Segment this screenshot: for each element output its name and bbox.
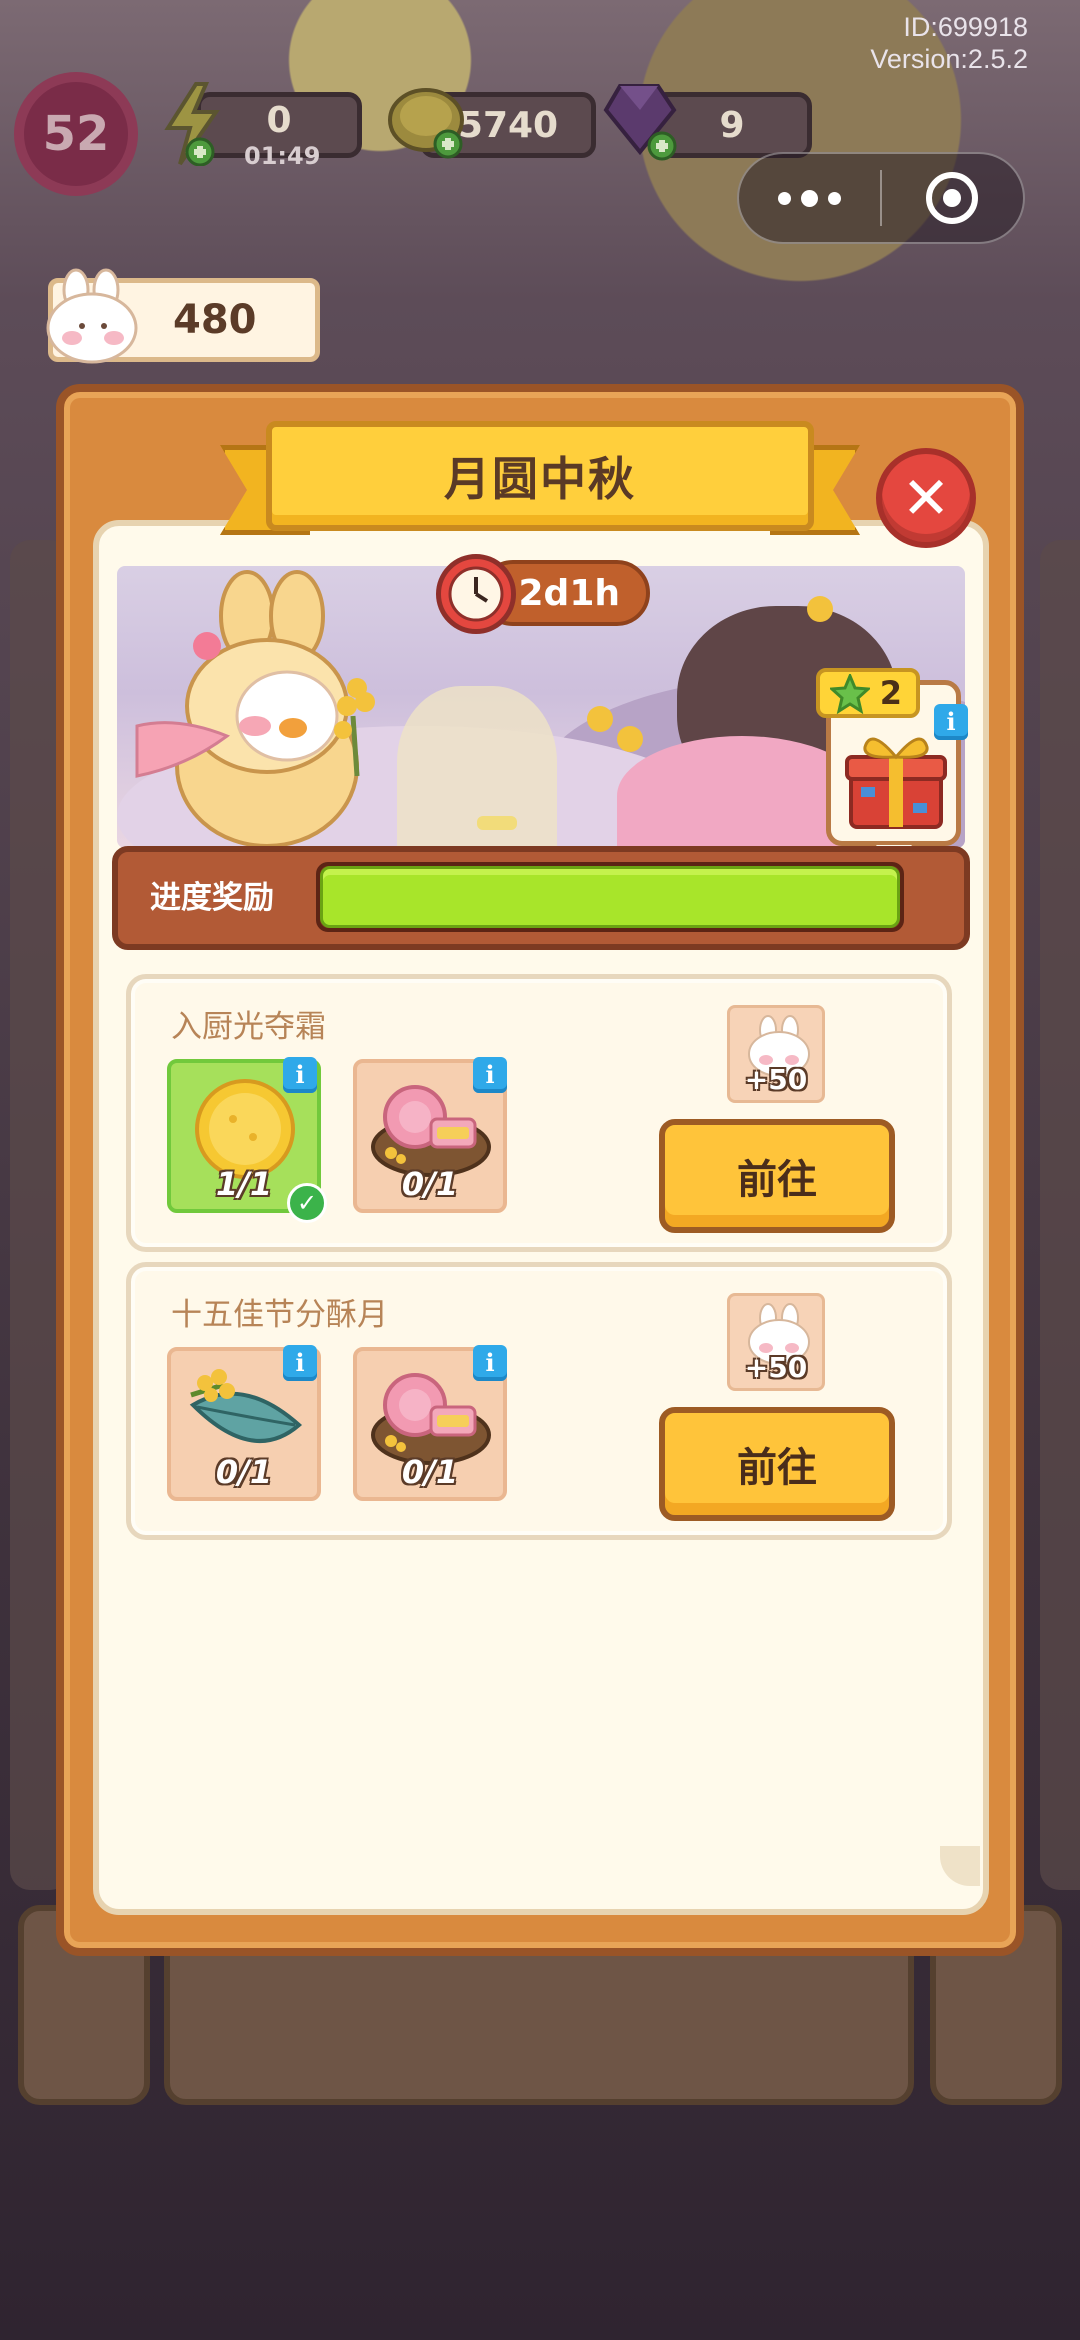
task-title: 入厨光夺霜 [171, 1009, 326, 1045]
task-item-count: 0/1 [215, 1453, 273, 1491]
item-info-icon[interactable]: i [283, 1345, 317, 1381]
event-title: 月圆中秋 [266, 421, 814, 531]
progress-bar [316, 862, 904, 932]
energy-timer: 01:49 [244, 142, 321, 170]
mooncake-decoration [477, 816, 517, 830]
energy-value: 0 [266, 99, 292, 141]
task-card: 入厨光夺霜 1/1 ✓ i 0/1 i +50 前往 [126, 974, 952, 1252]
task-reward: +50 [727, 1293, 825, 1391]
close-icon: ✕ [901, 464, 951, 532]
exit-target-icon[interactable] [882, 172, 1023, 224]
star-icon [830, 674, 870, 714]
gift-box-icon [845, 737, 947, 829]
gem-icon [600, 80, 680, 168]
task-item-count: 0/1 [401, 1165, 459, 1203]
level-badge[interactable]: 52 [14, 72, 138, 196]
osmanthus-flower-icon [807, 596, 833, 622]
osmanthus-branch-icon [334, 678, 375, 776]
item-info-icon[interactable]: i [283, 1057, 317, 1093]
event-title-ribbon: 月圆中秋 [220, 415, 860, 545]
more-menu-icon[interactable] [739, 189, 880, 207]
lightning-icon [162, 82, 222, 170]
close-button[interactable]: ✕ [876, 448, 976, 548]
coin-icon [386, 82, 474, 166]
task-reward-amount: +50 [744, 1063, 808, 1096]
item-info-icon[interactable]: i [473, 1345, 507, 1381]
item-info-icon[interactable]: i [473, 1057, 507, 1093]
gem-value: 9 [719, 104, 745, 146]
check-icon: ✓ [287, 1183, 327, 1223]
bunny-head-icon [42, 268, 146, 372]
go-button[interactable]: 前往 [659, 1119, 895, 1233]
osmanthus-flower-icon [617, 726, 643, 752]
user-id-label: ID:699918 [903, 12, 1028, 42]
go-button[interactable]: 前往 [659, 1407, 895, 1521]
task-item-count: 0/1 [401, 1453, 459, 1491]
progress-reward-label: 进度奖励 [150, 880, 274, 916]
task-reward: +50 [727, 1005, 825, 1103]
osmanthus-flower-icon [587, 706, 613, 732]
progress-bar-fill [320, 866, 900, 928]
reward-star-count: 2 [879, 674, 902, 712]
task-title: 十五佳节分酥月 [171, 1297, 388, 1333]
task-reward-amount: +50 [744, 1351, 808, 1384]
miniprogram-capsule [737, 152, 1025, 244]
background-right-panel [1040, 540, 1080, 1890]
task-card: 十五佳节分酥月 0/1 i 0/1 i +50 前往 [126, 1262, 952, 1540]
event-timer-value: 2d1h [518, 572, 621, 614]
reward-info-icon[interactable]: i [934, 704, 968, 740]
bunny-currency-value: 480 [173, 297, 257, 343]
clock-icon [436, 554, 516, 634]
version-label: Version:2.5.2 [870, 44, 1028, 74]
